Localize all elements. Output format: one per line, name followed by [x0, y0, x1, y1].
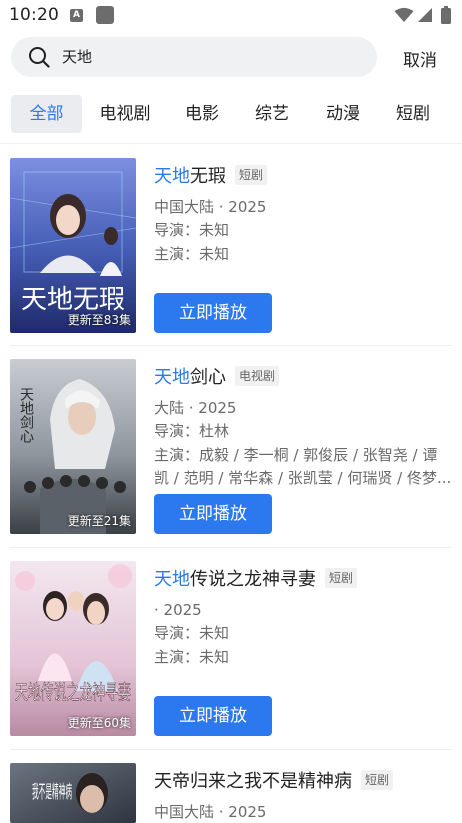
episode-badge: 更新至83集	[67, 313, 131, 327]
search-icon	[29, 47, 50, 68]
episode-badge: 更新至60集	[67, 716, 131, 730]
tab-all[interactable]: 全部	[11, 95, 82, 133]
result-item[interactable]: 天地传说之龙神寻妻 更新至60集 天地传说之龙神寻妻 短剧 · 2025 导演：未…	[10, 561, 452, 737]
poster-image[interactable]: 天地传说之龙神寻妻 更新至60集	[10, 561, 136, 736]
director: 导演：杜林	[154, 422, 230, 440]
cast: 主演：成毅 / 李一桐 / 郭俊辰 / 张智尧 / 谭凯 / 范明 / 常华森 …	[154, 446, 452, 487]
title-text: 剑心	[190, 367, 226, 388]
category-tabs: 全部 电视剧 电影 综艺 动漫 短剧	[11, 95, 451, 133]
tab-movie[interactable]: 电影	[172, 95, 232, 133]
cast: 主演：未知	[154, 245, 230, 263]
title-highlight: 天地	[154, 569, 190, 590]
poster-image[interactable]: 天地剑心 更新至21集	[10, 359, 136, 534]
play-button[interactable]: 立即播放	[154, 494, 272, 534]
tab-anime[interactable]: 动漫	[313, 95, 373, 133]
type-tag: 短剧	[235, 165, 268, 185]
notification-app-icon	[96, 6, 114, 24]
result-title[interactable]: 天地剑心 电视剧	[154, 363, 280, 389]
region-year: 中国大陆 · 2025	[154, 198, 267, 216]
title-text: 传说之龙神寻妻	[190, 569, 316, 590]
type-tag: 短剧	[361, 770, 394, 790]
play-button[interactable]: 立即播放	[154, 696, 272, 736]
title-text: 天帝归来之我不是精神病	[154, 771, 352, 792]
result-title[interactable]: 天地传说之龙神寻妻 短剧	[154, 565, 358, 591]
notification-a-icon: A	[70, 9, 83, 22]
poster-title-text: 天地传说之龙神寻妻	[15, 680, 131, 704]
region-year: · 2025	[154, 601, 202, 619]
result-item[interactable]: 天地剑心 更新至21集 天地剑心 电视剧 大陆 · 2025 导演：杜林 主演：成…	[10, 359, 452, 535]
tab-tv-series[interactable]: 电视剧	[91, 95, 159, 133]
row-divider	[10, 547, 452, 548]
poster-title-text: 我不是精神病	[32, 782, 72, 803]
play-button[interactable]: 立即播放	[154, 293, 272, 333]
result-title[interactable]: 天帝归来之我不是精神病 短剧	[154, 767, 394, 793]
type-tag: 短剧	[325, 568, 358, 588]
cast: 主演：未知	[154, 648, 230, 666]
status-time: 10:20	[9, 5, 59, 25]
region-year: 大陆 · 2025	[154, 399, 237, 417]
poster-image[interactable]: 我不是精神病	[10, 763, 136, 823]
search-query: 天地	[62, 48, 93, 66]
title-text: 无瑕	[190, 166, 226, 187]
region-year: 中国大陆 · 2025	[154, 803, 267, 821]
tab-short-drama[interactable]: 短剧	[383, 95, 443, 133]
poster-image[interactable]: 天地无瑕 更新至83集	[10, 158, 136, 333]
row-divider	[10, 345, 452, 346]
result-title[interactable]: 天地无瑕 短剧	[154, 162, 268, 188]
status-bar: 10:20 A	[0, 0, 462, 32]
battery-icon	[441, 6, 451, 24]
wifi-icon	[394, 7, 414, 22]
result-item[interactable]: 天地无瑕 更新至83集 天地无瑕 短剧 中国大陆 · 2025 导演：未知 主演：…	[10, 158, 452, 334]
director: 导演：未知	[154, 221, 230, 239]
row-divider	[10, 749, 452, 750]
header-divider	[0, 143, 462, 144]
type-tag: 电视剧	[235, 366, 280, 386]
signal-icon	[418, 8, 432, 22]
tab-variety[interactable]: 综艺	[242, 95, 302, 133]
cancel-button[interactable]: 取消	[392, 46, 448, 71]
director: 导演：未知	[154, 624, 230, 642]
search-input[interactable]: 天地	[11, 37, 377, 77]
episode-badge: 更新至21集	[67, 514, 131, 528]
poster-title-text: 天地剑心	[18, 387, 34, 443]
result-item[interactable]: 我不是精神病 天帝归来之我不是精神病 短剧 中国大陆 · 2025	[10, 763, 452, 823]
title-highlight: 天地	[154, 367, 190, 388]
title-highlight: 天地	[154, 166, 190, 187]
